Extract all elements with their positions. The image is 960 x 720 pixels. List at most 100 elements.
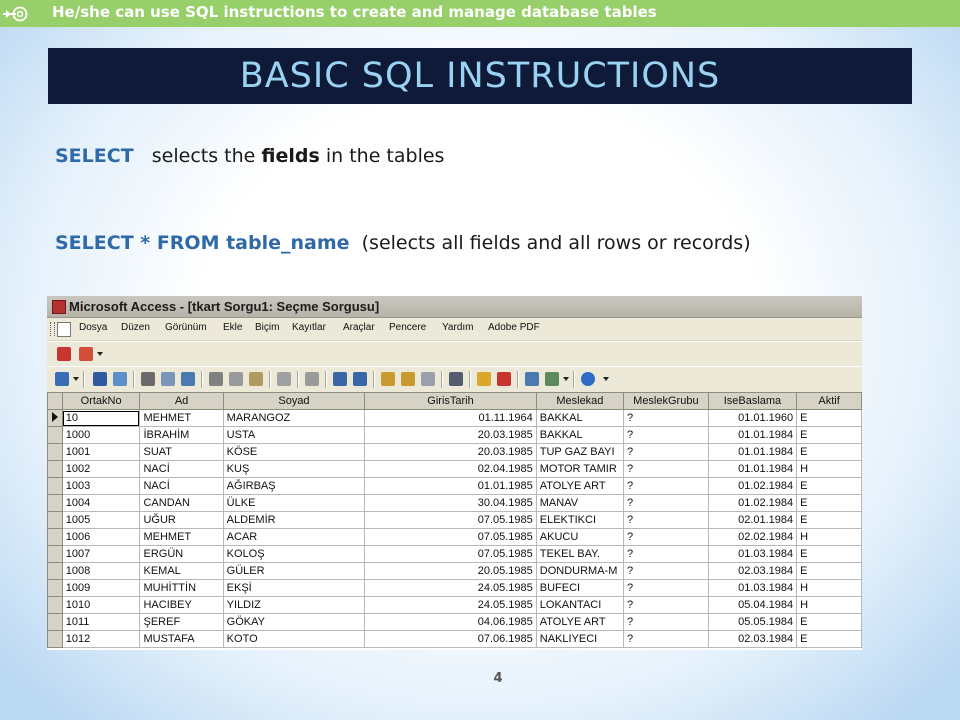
table-cell[interactable]: MEHMET xyxy=(139,409,224,427)
table-cell[interactable]: E xyxy=(796,511,862,529)
table-cell[interactable]: 05.05.1984 xyxy=(707,613,798,631)
row-selector[interactable] xyxy=(47,545,63,563)
column-header[interactable]: IseBaslama xyxy=(707,392,798,410)
table-cell[interactable]: 20.03.1985 xyxy=(364,426,537,444)
table-cell[interactable]: 01.03.1984 xyxy=(707,579,798,597)
table-cell[interactable]: E xyxy=(796,630,862,648)
row-selector[interactable] xyxy=(47,562,63,580)
table-cell[interactable]: 01.01.1984 xyxy=(707,460,798,478)
cut-icon[interactable] xyxy=(209,372,223,386)
table-cell[interactable]: 07.06.1985 xyxy=(364,630,537,648)
table-cell[interactable]: KOLOŞ xyxy=(222,545,366,563)
database-window-icon[interactable] xyxy=(525,372,539,386)
filter-by-form-icon[interactable] xyxy=(401,372,415,386)
column-header[interactable]: Meslekad xyxy=(535,392,625,410)
table-cell[interactable]: 05.04.1984 xyxy=(707,596,798,614)
table-cell[interactable]: 07.05.1985 xyxy=(364,528,537,546)
table-cell[interactable]: ACAR xyxy=(222,528,366,546)
table-cell[interactable]: 24.05.1985 xyxy=(364,596,537,614)
column-header[interactable]: OrtakNo xyxy=(61,392,141,410)
table-cell[interactable]: ? xyxy=(623,511,709,529)
paste-icon[interactable] xyxy=(249,372,263,386)
table-cell[interactable]: 01.01.1984 xyxy=(707,443,798,461)
table-cell[interactable]: TUP GAZ BAYI xyxy=(535,443,625,461)
table-cell[interactable]: İBRAHİM xyxy=(139,426,224,444)
table-cell[interactable]: 02.04.1985 xyxy=(364,460,537,478)
table-row[interactable]: 1000 İBRAHİM USTA 20.03.1985 BAKKAL? 01.01.19… xyxy=(47,426,862,444)
row-selector[interactable] xyxy=(47,511,63,529)
pdf-settings-icon[interactable] xyxy=(79,347,93,361)
table-cell[interactable]: ALDEMİR xyxy=(222,511,366,529)
menu-araclar[interactable]: Araçlar xyxy=(343,322,375,333)
hyperlink-icon[interactable] xyxy=(305,372,319,386)
table-cell[interactable]: 1006 xyxy=(61,528,141,546)
table-row[interactable]: 1002 NACİ KUŞ 02.04.1985 MOTOR TAMIR? 01.01.1… xyxy=(47,460,862,478)
table-cell[interactable]: ? xyxy=(623,630,709,648)
table-cell[interactable]: KEMAL xyxy=(139,562,224,580)
table-cell[interactable]: E xyxy=(796,426,862,444)
table-cell[interactable]: MOTOR TAMIR xyxy=(535,460,625,478)
row-selector[interactable] xyxy=(47,426,63,444)
view-icon[interactable] xyxy=(55,372,69,386)
table-cell[interactable]: 02.03.1984 xyxy=(707,562,798,580)
table-cell[interactable]: DONDURMA-M xyxy=(535,562,625,580)
table-cell[interactable]: MEHMET xyxy=(139,528,224,546)
menu-ekle[interactable]: Ekle xyxy=(223,322,242,333)
table-cell[interactable]: TEKEL BAY. xyxy=(535,545,625,563)
table-cell[interactable]: ? xyxy=(623,562,709,580)
table-cell[interactable]: 1005 xyxy=(61,511,141,529)
table-row[interactable]: 1008 KEMAL GÜLER 20.05.1985 DONDURMA-M? 02.03… xyxy=(47,562,862,580)
copy-icon[interactable] xyxy=(229,372,243,386)
table-cell[interactable]: ÜLKE xyxy=(222,494,366,512)
table-cell[interactable]: SUAT xyxy=(139,443,224,461)
table-cell[interactable]: ? xyxy=(623,545,709,563)
menu-dosya[interactable]: Dosya xyxy=(79,322,107,333)
column-header[interactable]: MeslekGrubu xyxy=(623,392,709,410)
table-cell[interactable]: MUHİTTİN xyxy=(139,579,224,597)
table-cell[interactable]: 1000 xyxy=(61,426,141,444)
table-cell[interactable]: LOKANTACI xyxy=(535,596,625,614)
table-cell[interactable]: E xyxy=(796,613,862,631)
new-object-icon[interactable] xyxy=(545,372,559,386)
table-row[interactable]: 1010 HACIBEY YILDIZ 24.05.1985 LOKANTACI? 05.… xyxy=(47,596,862,614)
table-cell[interactable]: 02.01.1984 xyxy=(707,511,798,529)
toolbar-options-icon[interactable] xyxy=(97,352,103,356)
table-cell[interactable]: ATOLYE ART xyxy=(535,613,625,631)
table-cell[interactable]: ? xyxy=(623,596,709,614)
table-cell[interactable]: ATOLYE ART xyxy=(535,477,625,495)
table-cell[interactable]: 01.11.1964 xyxy=(364,409,537,427)
table-cell[interactable]: BAKKAL xyxy=(535,426,625,444)
table-cell[interactable]: KÖSE xyxy=(222,443,366,461)
table-cell[interactable]: GÖKAY xyxy=(222,613,366,631)
table-cell[interactable]: 01.03.1984 xyxy=(707,545,798,563)
table-cell[interactable]: MARANGOZ xyxy=(222,409,366,427)
pdf-icon[interactable] xyxy=(57,347,71,361)
table-cell[interactable]: EKŞİ xyxy=(222,579,366,597)
help-icon[interactable] xyxy=(581,372,595,386)
row-selector[interactable] xyxy=(47,579,63,597)
table-cell[interactable]: USTA xyxy=(222,426,366,444)
table-row[interactable]: 1005 UĞUR ALDEMİR 07.05.1985 ELEKTIKCI? 02.01… xyxy=(47,511,862,529)
toolbar-options-icon[interactable] xyxy=(603,377,609,381)
table-cell[interactable]: ? xyxy=(623,409,709,427)
table-cell[interactable]: NACİ xyxy=(139,477,224,495)
row-selector-header[interactable] xyxy=(47,392,63,410)
table-cell[interactable]: 01.02.1984 xyxy=(707,477,798,495)
table-cell[interactable]: MUSTAFA xyxy=(139,630,224,648)
table-cell[interactable]: 01.02.1984 xyxy=(707,494,798,512)
search-icon[interactable] xyxy=(113,372,127,386)
table-cell[interactable]: CANDAN xyxy=(139,494,224,512)
table-cell[interactable]: 1004 xyxy=(61,494,141,512)
table-cell[interactable]: 24.05.1985 xyxy=(364,579,537,597)
table-cell[interactable]: ? xyxy=(623,477,709,495)
row-selector[interactable] xyxy=(47,528,63,546)
table-cell[interactable]: GÜLER xyxy=(222,562,366,580)
table-cell[interactable]: ERGÜN xyxy=(139,545,224,563)
menu-pencere[interactable]: Pencere xyxy=(389,322,426,333)
table-cell[interactable]: 30.04.1985 xyxy=(364,494,537,512)
row-selector[interactable] xyxy=(47,409,63,427)
table-row[interactable]: 1011 ŞEREF GÖKAY 04.06.1985 ATOLYE ART? 05.05… xyxy=(47,613,862,631)
table-cell[interactable]: 10 xyxy=(61,409,141,427)
table-cell[interactable]: KOTO xyxy=(222,630,366,648)
row-selector[interactable] xyxy=(47,596,63,614)
